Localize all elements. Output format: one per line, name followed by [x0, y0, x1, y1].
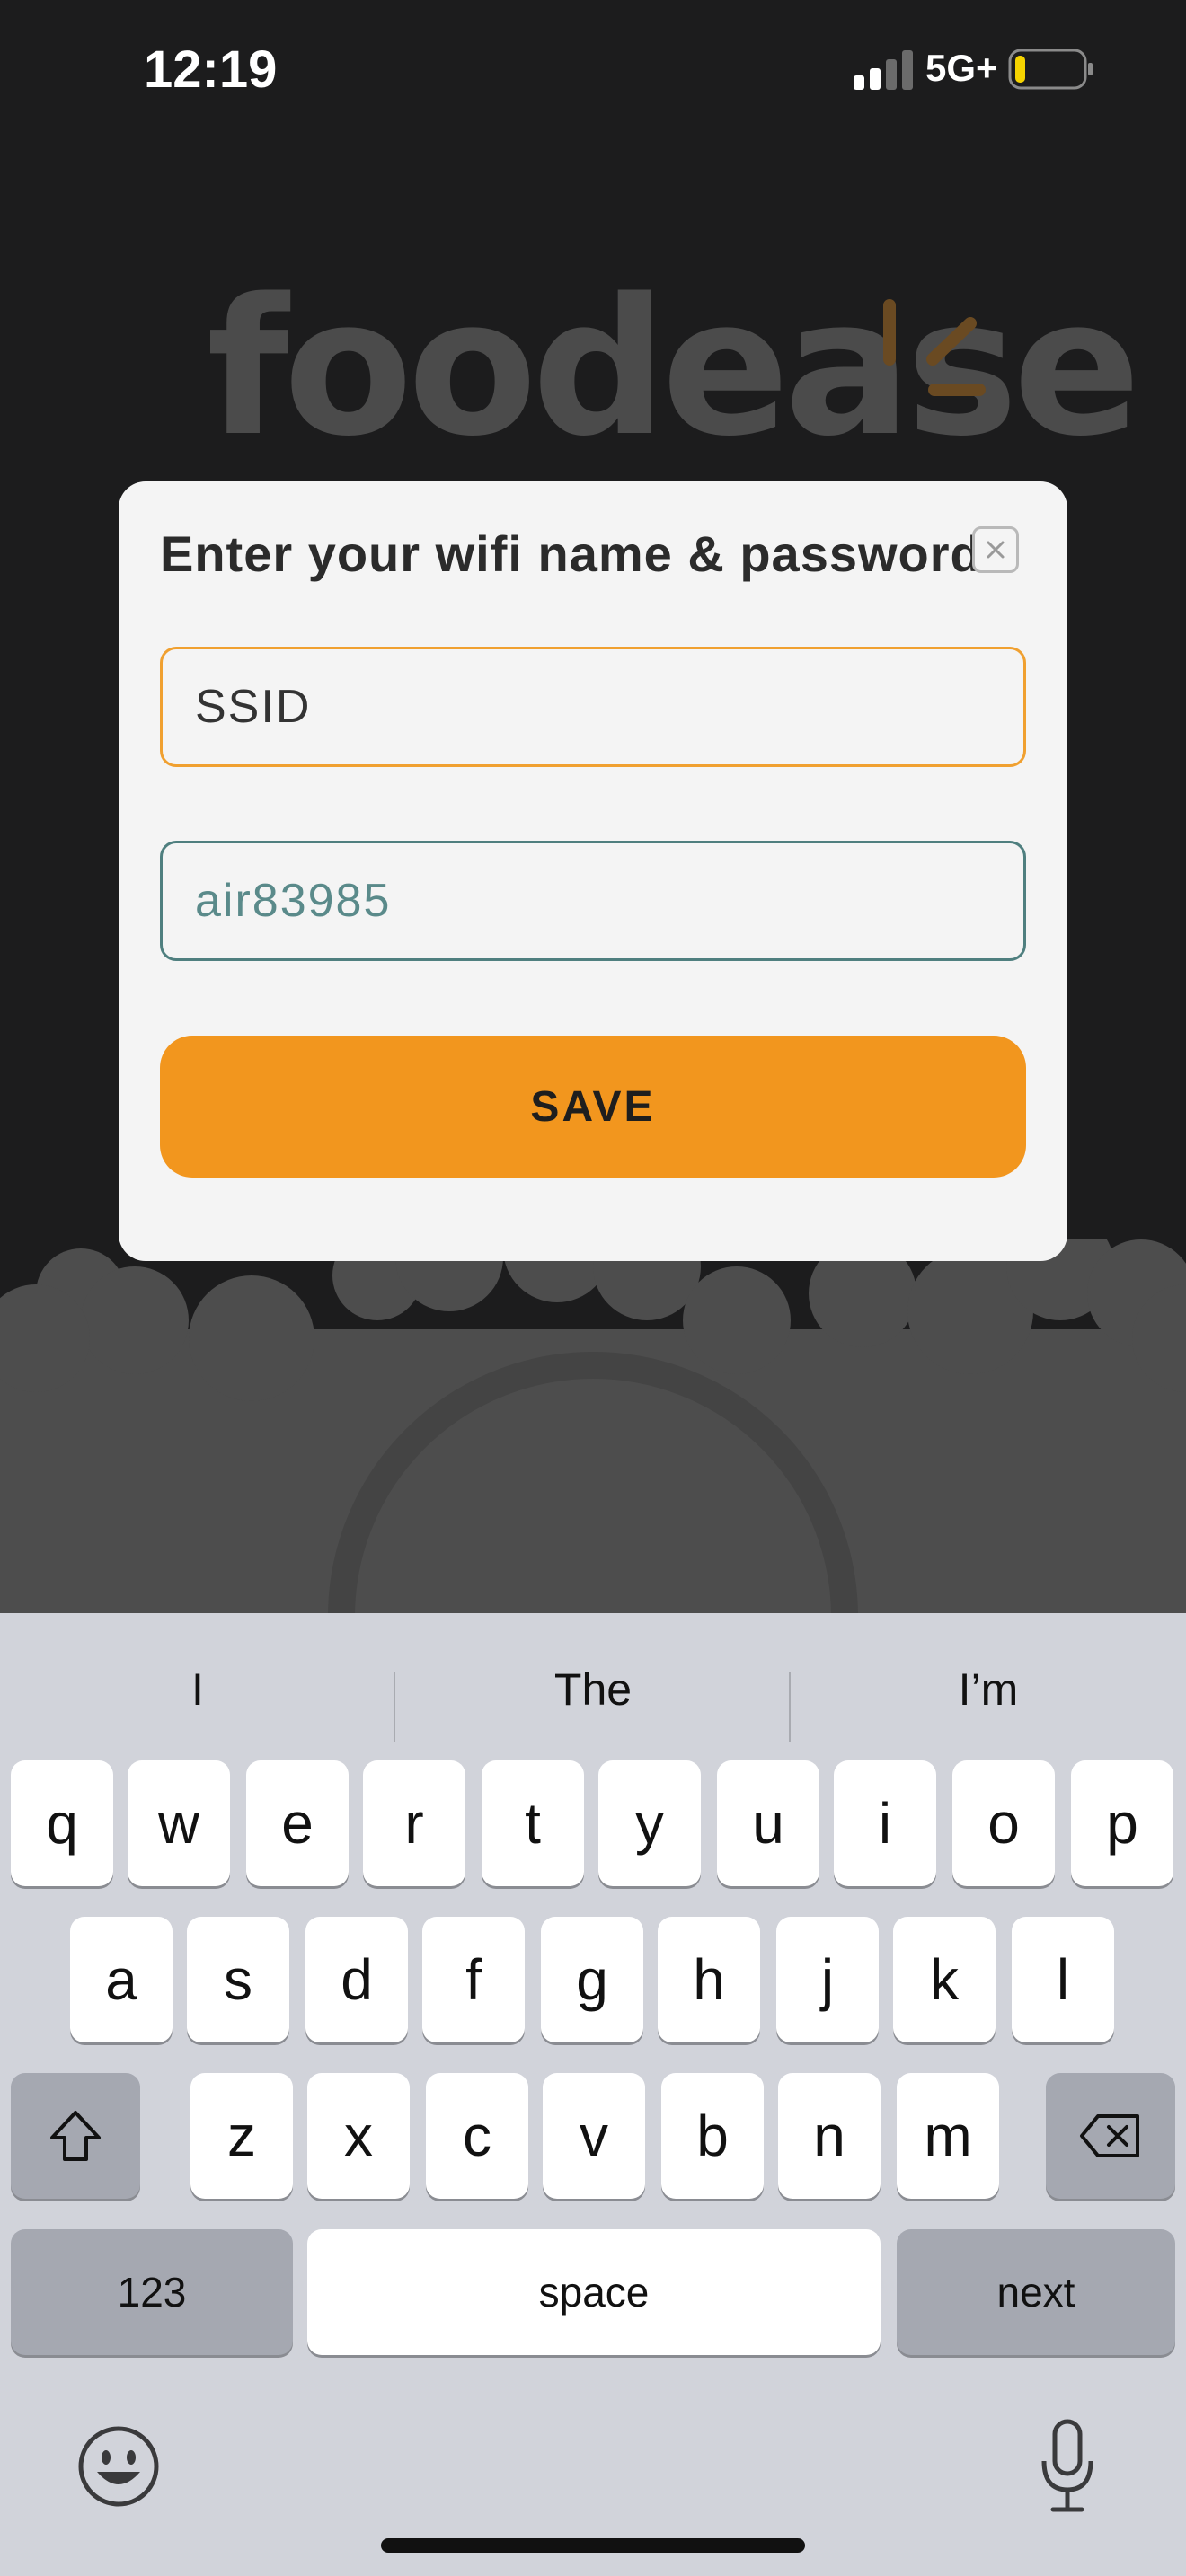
key-h[interactable]: h [658, 1917, 760, 2042]
next-key[interactable]: next [897, 2229, 1175, 2355]
status-time: 12:19 [144, 40, 278, 99]
key-e[interactable]: e [246, 1760, 349, 1886]
password-input[interactable]: air83985 [160, 841, 1026, 961]
key-c[interactable]: c [426, 2073, 528, 2199]
emoji-icon[interactable] [77, 2425, 160, 2508]
background-clouds-illustration [0, 1239, 1186, 1617]
key-l[interactable]: l [1012, 1917, 1114, 2042]
key-o[interactable]: o [952, 1760, 1055, 1886]
key-w[interactable]: w [128, 1760, 230, 1886]
space-key[interactable]: space [307, 2229, 881, 2355]
suggestion-3[interactable]: I’m [791, 1640, 1186, 1739]
dialog-title: Enter your wifi name & password [160, 525, 982, 582]
password-value: air83985 [195, 875, 392, 927]
home-indicator[interactable] [381, 2538, 805, 2553]
key-k[interactable]: k [893, 1917, 996, 2042]
key-m[interactable]: m [897, 2073, 999, 2199]
key-v[interactable]: v [543, 2073, 645, 2199]
delete-key[interactable] [1046, 2073, 1175, 2199]
key-f[interactable]: f [422, 1917, 525, 2042]
delete-icon [1080, 2114, 1139, 2157]
key-g[interactable]: g [541, 1917, 643, 2042]
key-z[interactable]: z [190, 2073, 293, 2199]
key-r[interactable]: r [363, 1760, 465, 1886]
key-n[interactable]: n [778, 2073, 881, 2199]
key-a[interactable]: a [70, 1917, 173, 2042]
key-p[interactable]: p [1071, 1760, 1173, 1886]
wifi-credentials-dialog: Enter your wifi name & password SSID air… [119, 481, 1067, 1261]
on-screen-keyboard: I The I’m q w e r t y u i o p a s d f g … [0, 1613, 1186, 2576]
numbers-key[interactable]: 123 [11, 2229, 293, 2355]
key-j[interactable]: j [776, 1917, 879, 2042]
predictive-suggestions: I The I’m [0, 1640, 1186, 1742]
key-b[interactable]: b [661, 2073, 764, 2199]
microphone-icon[interactable] [1039, 2418, 1096, 2515]
key-u[interactable]: u [717, 1760, 819, 1886]
key-t[interactable]: t [482, 1760, 584, 1886]
suggestion-2[interactable]: The [395, 1640, 791, 1739]
status-bar: 12:19 5G+ [0, 0, 1186, 144]
close-button[interactable] [972, 526, 1019, 573]
key-i[interactable]: i [834, 1760, 936, 1886]
shift-key[interactable] [11, 2073, 140, 2199]
ssid-value: SSID [195, 681, 312, 733]
save-button[interactable]: SAVE [160, 1036, 1026, 1178]
battery-icon [1008, 49, 1093, 90]
ssid-input[interactable]: SSID [160, 647, 1026, 767]
key-y[interactable]: y [598, 1760, 701, 1886]
cellular-signal-icon [854, 50, 913, 90]
network-type: 5G+ [925, 47, 998, 89]
shift-icon [50, 2111, 101, 2161]
key-d[interactable]: d [305, 1917, 408, 2042]
foodease-logo: foodease [207, 269, 1141, 476]
key-q[interactable]: q [11, 1760, 113, 1886]
close-icon [987, 541, 1005, 559]
suggestion-1[interactable]: I [0, 1640, 395, 1739]
logo-spark-icon [883, 299, 986, 396]
key-s[interactable]: s [187, 1917, 289, 2042]
key-x[interactable]: x [307, 2073, 410, 2199]
